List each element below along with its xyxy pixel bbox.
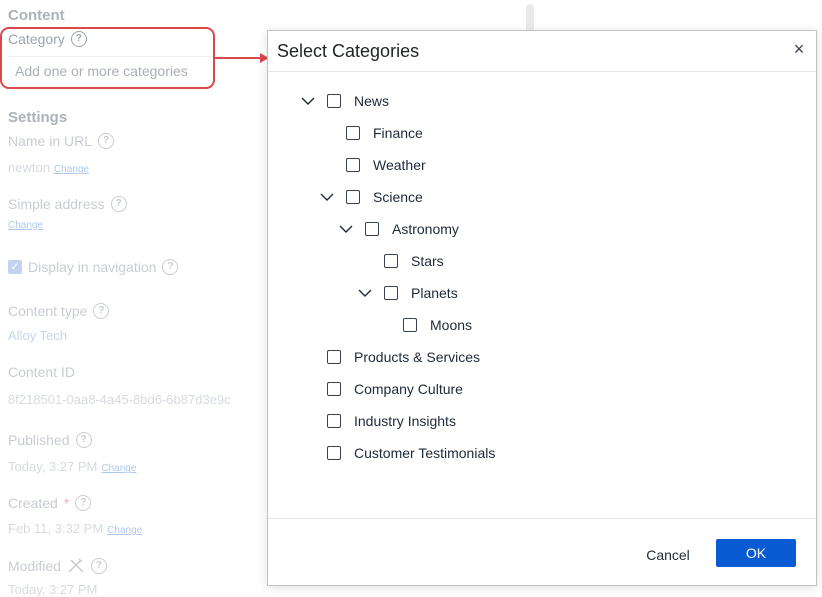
- published-label: Published ?: [8, 432, 92, 448]
- tree-node-checkbox[interactable]: [327, 94, 341, 108]
- tree-node-checkbox[interactable]: [365, 222, 379, 236]
- tree-node-checkbox[interactable]: [384, 286, 398, 300]
- tree-node-label: Customer Testimonials: [354, 445, 496, 461]
- tree-node-label: Astronomy: [392, 221, 459, 237]
- dialog-footer: Cancel OK: [268, 518, 816, 585]
- tree-node-label: Products & Services: [354, 349, 481, 365]
- tree-node[interactable]: Science: [319, 187, 423, 207]
- tree-node[interactable]: Moons: [376, 315, 472, 335]
- tree-node-checkbox[interactable]: [346, 190, 360, 204]
- tree-node-label: Finance: [373, 125, 423, 141]
- tree-node-checkbox[interactable]: [327, 414, 341, 428]
- tree-node[interactable]: Weather: [319, 155, 426, 175]
- created-label: Created * ?: [8, 495, 92, 511]
- settings-section-title: Settings: [8, 109, 68, 126]
- created-value: Feb 11, 3:32 PM Change: [8, 521, 143, 536]
- content-type-label: Content type ?: [8, 303, 110, 319]
- name-in-url-label: Name in URL ?: [8, 133, 115, 149]
- tree-node[interactable]: Customer Testimonials: [300, 443, 495, 463]
- tools-icon: [68, 558, 84, 573]
- content-type-value[interactable]: Alloy Tech: [8, 328, 67, 343]
- tree-node-label: Planets: [411, 285, 458, 301]
- tree-node[interactable]: Industry Insights: [300, 411, 456, 431]
- dialog-title: Select Categories: [277, 41, 420, 61]
- tree-node[interactable]: Company Culture: [300, 379, 463, 399]
- tree-node[interactable]: Products & Services: [300, 347, 480, 367]
- help-icon[interactable]: ?: [162, 259, 179, 275]
- tree-node-checkbox[interactable]: [403, 318, 417, 332]
- modified-label: Modified ?: [8, 558, 107, 574]
- content-section-title: Content: [8, 7, 65, 24]
- help-icon[interactable]: ?: [93, 303, 110, 319]
- tree-node-checkbox[interactable]: [346, 158, 360, 172]
- help-icon[interactable]: ?: [75, 495, 92, 511]
- dialog-header: Select Categories ×: [268, 31, 816, 72]
- display-in-navigation-checkbox[interactable]: ✓ Display in navigation ?: [8, 259, 179, 275]
- help-icon[interactable]: ?: [110, 196, 127, 212]
- tree-node-checkbox[interactable]: [346, 126, 360, 140]
- tree-node-checkbox[interactable]: [327, 350, 341, 364]
- published-value: Today, 3:27 PM Change: [8, 459, 137, 474]
- created-change-link[interactable]: Change: [107, 525, 142, 536]
- select-categories-dialog: Select Categories × News Finance Weather Sc…: [267, 30, 817, 586]
- tree-node[interactable]: News: [300, 91, 389, 111]
- simple-address-change-link[interactable]: Change: [8, 220, 43, 231]
- required-asterisk: *: [63, 495, 70, 511]
- tree-node[interactable]: Finance: [319, 123, 423, 143]
- content-id-value: 8f218501-0aa8-4a45-8bd6-6b87d3e9c: [8, 392, 231, 407]
- tree-node-checkbox[interactable]: [327, 446, 341, 460]
- cancel-button[interactable]: Cancel: [636, 541, 700, 569]
- tree-node-label: Science: [373, 189, 423, 205]
- name-in-url-value: newton Change: [8, 160, 89, 175]
- help-icon[interactable]: ?: [98, 133, 115, 149]
- chevron-down-icon[interactable]: [300, 93, 316, 109]
- help-icon[interactable]: ?: [75, 432, 92, 448]
- callout-arrow-line: [215, 57, 265, 59]
- tree-node-label: Company Culture: [354, 381, 463, 397]
- chevron-down-icon[interactable]: [338, 221, 354, 237]
- tree-node[interactable]: Stars: [357, 251, 444, 271]
- published-change-link[interactable]: Change: [101, 463, 136, 474]
- tree-node[interactable]: Astronomy: [338, 219, 459, 239]
- content-id-label: Content ID: [8, 364, 75, 380]
- help-icon[interactable]: ?: [90, 558, 107, 574]
- tree-node-label: Stars: [411, 253, 444, 269]
- category-highlight-box: [0, 27, 215, 89]
- close-icon[interactable]: ×: [790, 40, 808, 58]
- chevron-down-icon[interactable]: [357, 285, 373, 301]
- ok-button[interactable]: OK: [716, 539, 796, 567]
- tree-node-checkbox[interactable]: [384, 254, 398, 268]
- tree-node[interactable]: Planets: [357, 283, 458, 303]
- simple-address-value: Change: [8, 220, 43, 231]
- tree-node-label: Weather: [373, 157, 426, 173]
- tree-node-checkbox[interactable]: [327, 382, 341, 396]
- simple-address-label: Simple address ?: [8, 196, 127, 212]
- tree-node-label: Industry Insights: [354, 413, 456, 429]
- tree-node-label: News: [354, 93, 390, 109]
- tree-node-label: Moons: [430, 317, 473, 333]
- chevron-down-icon[interactable]: [319, 189, 335, 205]
- checkbox-checked-icon[interactable]: ✓: [8, 260, 22, 274]
- name-in-url-change-link[interactable]: Change: [54, 164, 89, 175]
